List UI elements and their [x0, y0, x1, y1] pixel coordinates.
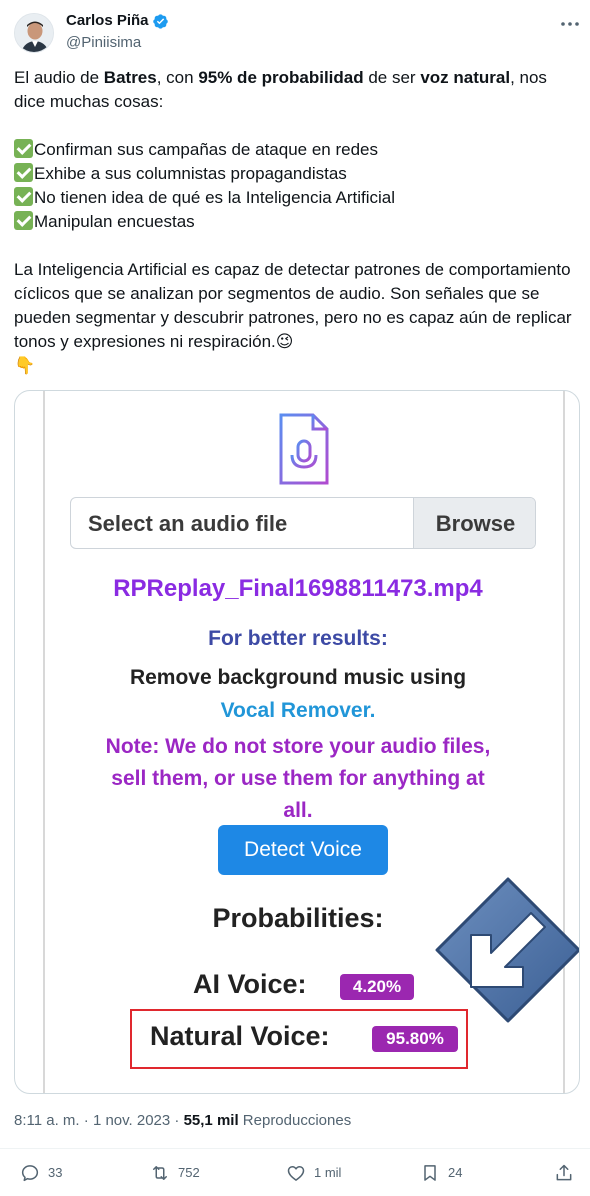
vocal-remover-link: Vocal Remover. [220, 699, 376, 722]
detect-voice-button: Detect Voice [218, 825, 388, 875]
meta-separator: · [83, 1112, 89, 1129]
tweet-header: Carlos Piña @Piniisima [0, 0, 590, 66]
ai-voice-label: AI Voice: [193, 969, 307, 999]
reply-count: 33 [48, 1165, 63, 1180]
pointing-emoji: 👇 [14, 356, 36, 375]
bookmark-count: 24 [448, 1165, 463, 1180]
check-mark-icon [14, 163, 33, 182]
like-count: 1 mil [314, 1165, 342, 1180]
check-mark-icon [14, 139, 33, 158]
checklist-item: Exhibe a sus columnistas propagandistas [14, 162, 576, 186]
heart-icon [287, 1166, 305, 1181]
tweet-media-image[interactable]: Select an audio file Browse RPReplay_Fin… [14, 390, 580, 1094]
tweet-actions-bar: 33 752 1 mil 24 [0, 1148, 590, 1196]
ai-voice-badge: 4.20% [340, 974, 414, 1000]
image-left-edge [43, 391, 45, 1093]
remove-music-text: Remove background music using [129, 666, 467, 689]
meta-separator: · [174, 1112, 180, 1129]
repost-count: 752 [178, 1165, 200, 1180]
audio-file-input: Select an audio file Browse [70, 497, 536, 549]
views-label: Reproducciones [242, 1112, 352, 1129]
file-input-label: Select an audio file [88, 511, 288, 536]
verified-badge-icon [153, 14, 168, 29]
checklist-item: Manipulan encuestas [14, 210, 576, 234]
check-mark-icon [14, 211, 33, 230]
natural-voice-badge: 95.80% [372, 1026, 458, 1052]
privacy-note: Note: We do not store your audio files, … [105, 735, 491, 822]
checklist-item: No tienen idea de qué es la Inteligencia… [14, 186, 576, 210]
more-options-icon[interactable] [558, 12, 582, 36]
tweet-time[interactable]: 8:11 a. m. [14, 1112, 80, 1129]
wink-emoji: 😉 [275, 332, 294, 351]
bookmark-icon [424, 1165, 436, 1181]
better-results-heading: For better results: [208, 627, 388, 650]
audio-file-icon [279, 413, 329, 485]
natural-voice-label: Natural Voice: [150, 1021, 330, 1051]
repost-icon [153, 1166, 167, 1180]
tweet-paragraph: La Inteligencia Artificial es capaz de d… [14, 260, 577, 351]
tweet-date[interactable]: 1 nov. 2023 [93, 1112, 170, 1129]
browse-button: Browse [413, 498, 535, 548]
tweet-intro: El audio de Batres, con 95% de probabili… [14, 68, 552, 111]
check-mark-icon [14, 187, 33, 206]
selected-filename: RPReplay_Final1698811473.mp4 [113, 575, 483, 602]
tweet-text: El audio de Batres, con 95% de probabili… [14, 66, 576, 378]
arrow-sign-icon [435, 877, 579, 1023]
natural-voice-highlight: Natural Voice: 95.80% [130, 1009, 468, 1069]
author-handle[interactable]: @Piniisima [66, 34, 141, 51]
voice-detector-screenshot: Select an audio file Browse RPReplay_Fin… [15, 391, 579, 1093]
author-name[interactable]: Carlos Piña [66, 12, 149, 29]
share-icon [556, 1164, 572, 1181]
views-count: 55,1 mil [183, 1112, 239, 1129]
reply-icon [21, 1165, 39, 1182]
checklist-item: Confirman sus campañas de ataque en rede… [14, 138, 576, 162]
tweet-meta: 8:11 a. m. · 1 nov. 2023 · 55,1 mil Repr… [14, 1112, 351, 1129]
author-avatar[interactable] [14, 13, 54, 53]
